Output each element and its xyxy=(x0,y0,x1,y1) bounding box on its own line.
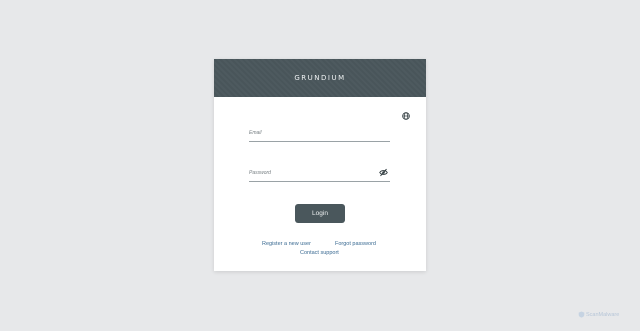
contact-support-link[interactable]: Contact support xyxy=(300,250,339,256)
eye-off-icon[interactable] xyxy=(379,168,388,177)
email-input[interactable] xyxy=(249,127,374,139)
grundium-logo: GRUNDIUM xyxy=(294,74,346,82)
watermark-text: ScanMalware xyxy=(586,311,620,318)
scanmalware-logo-icon xyxy=(578,311,585,318)
email-field[interactable] xyxy=(249,127,390,142)
globe-icon[interactable] xyxy=(402,112,410,120)
password-field[interactable] xyxy=(249,167,390,182)
card-header: GRUNDIUM xyxy=(214,59,426,97)
page: GRUNDIUM Login Register a new user Forgo… xyxy=(0,0,640,331)
login-card: GRUNDIUM Login Register a new user Forgo… xyxy=(214,59,426,271)
register-link[interactable]: Register a new user xyxy=(262,241,311,247)
password-input[interactable] xyxy=(249,167,374,179)
forgot-password-link[interactable]: Forgot password xyxy=(335,241,376,247)
watermark: ScanMalware xyxy=(578,311,619,318)
login-button[interactable]: Login xyxy=(295,204,345,223)
